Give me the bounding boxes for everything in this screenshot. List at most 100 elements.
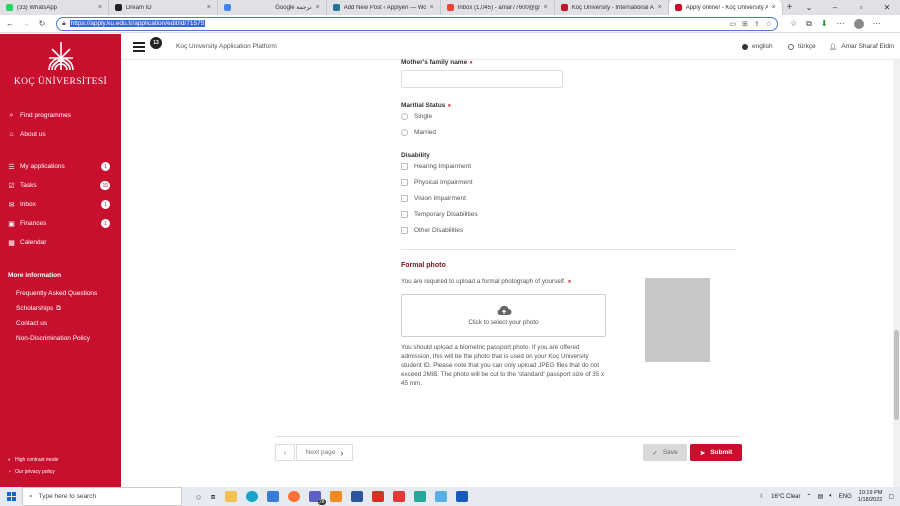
browser-tab-strip: (33) WhatsApp × Dream ID × Google ترجمة × A… [0, 0, 900, 15]
share-icon[interactable]: ⇪ [754, 20, 760, 28]
previous-page-button[interactable]: ‹ [275, 444, 295, 461]
notifications-icon[interactable]: ▢ [888, 493, 894, 500]
browser-tab-active[interactable]: Apply online! - Koç University A × [668, 0, 783, 15]
privacy-policy-link[interactable]: ◔ Our privacy policy [8, 466, 58, 478]
close-tab-icon[interactable]: × [544, 4, 548, 11]
browser-tab[interactable]: Google ترجمة × [218, 0, 327, 15]
sidebar-item-about-us[interactable]: ⌂ About us [0, 125, 121, 144]
word-icon[interactable] [455, 491, 468, 502]
close-tab-icon[interactable]: × [207, 4, 211, 11]
cast-icon[interactable]: ▭ [729, 20, 736, 28]
media-icon[interactable] [392, 491, 405, 502]
browser-tab[interactable]: Dream ID × [109, 0, 218, 15]
store-icon[interactable] [266, 491, 279, 502]
menu-icon[interactable]: ⋯ [837, 19, 845, 28]
browser-tab[interactable]: Koç University - International A × [555, 0, 669, 15]
network-icon[interactable]: ▤ [818, 493, 824, 500]
close-tab-icon[interactable]: × [98, 4, 102, 11]
app-icon[interactable]: 28 [308, 491, 326, 505]
star-icon[interactable]: ☆ [766, 20, 772, 28]
lang-turkish[interactable]: türkçe [788, 43, 816, 50]
marital-option-married[interactable]: Married [401, 129, 436, 136]
mother-family-name-input[interactable] [401, 70, 563, 88]
volume-icon[interactable]: 🔈︎ [829, 493, 833, 500]
apps-icon[interactable]: ⊞ [742, 20, 748, 28]
url-text[interactable]: https://apply.ku.edu.tr/application/edit… [69, 20, 206, 27]
sidebar-item-finances[interactable]: ▣ Finances 1 [0, 214, 121, 233]
disability-physical[interactable]: Physical Impairment [401, 179, 473, 186]
platform-title: Koç University Application Platform [176, 43, 277, 50]
cortana-icon[interactable]: ○ [196, 492, 201, 502]
firefox-icon[interactable] [287, 491, 300, 502]
favorites-icon[interactable]: ☆ [790, 19, 797, 28]
sidebar-item-my-applications[interactable]: ☰ My applications 1 [0, 157, 121, 176]
checkbox-icon [401, 211, 408, 218]
clock[interactable]: 10:19 PM 1/18/2022 [858, 490, 882, 504]
more-icon[interactable]: ⋯ [873, 19, 881, 28]
minimize-icon[interactable]: – [822, 0, 848, 15]
forward-icon[interactable]: → [20, 19, 32, 28]
chevron-down-icon[interactable]: ⌄ [796, 0, 822, 15]
pdf-icon[interactable] [371, 491, 384, 502]
non-discrimination-link[interactable]: Non-Discrimination Policy [16, 331, 97, 346]
lang-english[interactable]: english [742, 43, 773, 50]
taskbar-search[interactable]: ⌕ Type here to search [22, 487, 182, 506]
scrollbar-thumb[interactable] [894, 330, 899, 420]
notification-badge[interactable]: 13 [150, 37, 162, 49]
disability-vision[interactable]: Vision Impairment [401, 195, 466, 202]
weather-text[interactable]: 16°C Clear [771, 494, 800, 500]
next-page-button[interactable]: Next page › [296, 444, 353, 461]
close-tab-icon[interactable]: × [316, 4, 320, 11]
photos-icon[interactable] [413, 491, 426, 502]
vlc-icon[interactable] [329, 491, 342, 502]
reload-icon[interactable]: ↻ [36, 19, 48, 28]
sidebar-bottom: ◐ High contrast mode ◔ Our privacy policy [8, 454, 58, 478]
edge-icon[interactable] [245, 491, 258, 502]
collections-icon[interactable]: ⧉ [806, 19, 812, 29]
tray-chevron-icon[interactable]: ⌃ [807, 493, 812, 500]
file-explorer-icon[interactable] [224, 491, 237, 502]
close-tab-icon[interactable]: × [772, 4, 776, 11]
start-button[interactable] [0, 492, 22, 501]
radio-icon [401, 129, 408, 136]
close-tab-icon[interactable]: × [430, 4, 434, 11]
word-icon[interactable] [350, 491, 363, 502]
user-menu[interactable]: 👤︎ Amar Sharaf Eldin [829, 43, 894, 51]
maximize-icon[interactable]: ▫ [848, 0, 874, 15]
hamburger-menu-icon[interactable] [133, 42, 145, 54]
stickies-icon[interactable] [434, 491, 447, 502]
browser-tab[interactable]: (33) WhatsApp × [0, 0, 109, 15]
disability-hearing[interactable]: Hearing Impairment [401, 163, 471, 170]
high-contrast-toggle[interactable]: ◐ High contrast mode [8, 454, 58, 466]
photo-upload-dropzone[interactable]: Click to select your photo [401, 294, 606, 337]
new-tab-button[interactable]: + [783, 0, 796, 15]
url-field[interactable]: 🔒︎ https://apply.ku.edu.tr/application/e… [56, 16, 778, 31]
disability-temporary[interactable]: Temporary Disabilities [401, 211, 478, 218]
extension-icon[interactable]: ⬇ [821, 19, 828, 28]
sidebar-item-tasks[interactable]: ☑ Tasks 10 [0, 176, 121, 195]
checkbox-icon [401, 163, 408, 170]
scholarships-link[interactable]: Scholarships ⧉ [16, 301, 97, 316]
sidebar-item-inbox[interactable]: ✉ Inbox 1 [0, 195, 121, 214]
close-icon[interactable]: ✕ [874, 0, 900, 15]
radio-icon [401, 113, 408, 120]
university-name: KOÇ ÜNİVERSİTESİ [13, 77, 108, 87]
page-scrollbar[interactable] [893, 60, 900, 487]
language-indicator[interactable]: ENG [839, 494, 852, 500]
disability-other[interactable]: Other Disabilities [401, 227, 463, 234]
faq-link[interactable]: Frequently Asked Questions [16, 286, 97, 301]
task-view-icon[interactable]: ⧈ [210, 492, 215, 502]
browser-tab[interactable]: Inbox (1,045) - amar77600@gm × [441, 0, 555, 15]
sidebar-item-find-programmes[interactable]: ⌕ Find programmes [0, 106, 121, 125]
profile-avatar[interactable] [853, 18, 864, 29]
sidebar-item-calendar[interactable]: ▦ Calendar [0, 233, 121, 252]
contact-us-link[interactable]: Contact us [16, 316, 97, 331]
back-icon[interactable]: ← [4, 19, 16, 28]
submit-button[interactable]: ➤ Submit [690, 444, 742, 461]
marital-option-single[interactable]: Single [401, 113, 432, 120]
close-tab-icon[interactable]: × [658, 4, 662, 11]
browser-tab[interactable]: Add New Post ‹ Applyen — Wo × [327, 0, 441, 15]
sidebar-main-nav: ☰ My applications 1 ☑ Tasks 10 ✉ Inbox 1 ▣ Fina… [0, 157, 121, 252]
koc-logo[interactable]: KOÇ ÜNİVERSİTESİ [0, 40, 121, 87]
save-button[interactable]: ✓ Save [643, 444, 687, 461]
